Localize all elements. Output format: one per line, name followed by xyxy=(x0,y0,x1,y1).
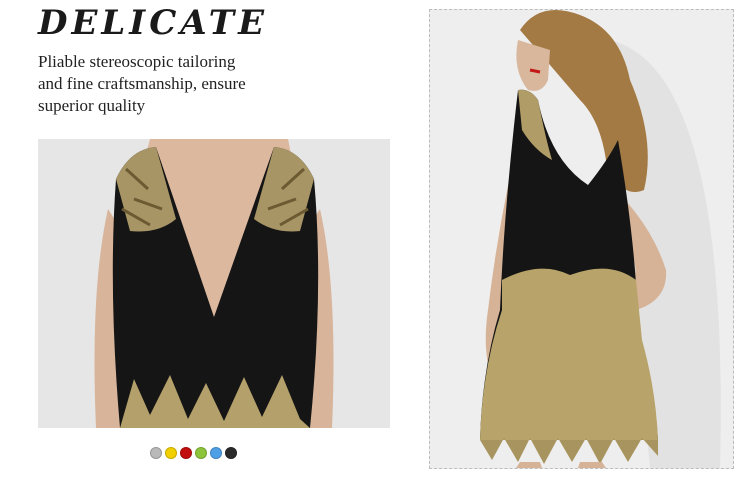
dress-back-illustration xyxy=(38,139,390,428)
swatch-red[interactable] xyxy=(180,447,192,459)
tagline-line: Pliable stereoscopic tailoring xyxy=(38,52,236,71)
tagline-line: and fine craftsmanship, ensure xyxy=(38,74,246,93)
tagline: Pliable stereoscopic tailoring and fine … xyxy=(38,51,298,117)
headline: DELICATE xyxy=(38,3,269,43)
model-photo xyxy=(429,9,734,469)
swatch-yellow[interactable] xyxy=(165,447,177,459)
model-illustration xyxy=(430,10,733,468)
swatch-silver[interactable] xyxy=(150,447,162,459)
dress-back-closeup-photo xyxy=(38,139,390,428)
swatch-green[interactable] xyxy=(195,447,207,459)
tagline-line: superior quality xyxy=(38,96,146,115)
swatch-blue[interactable] xyxy=(210,447,222,459)
color-swatches xyxy=(150,447,237,459)
swatch-black[interactable] xyxy=(225,447,237,459)
